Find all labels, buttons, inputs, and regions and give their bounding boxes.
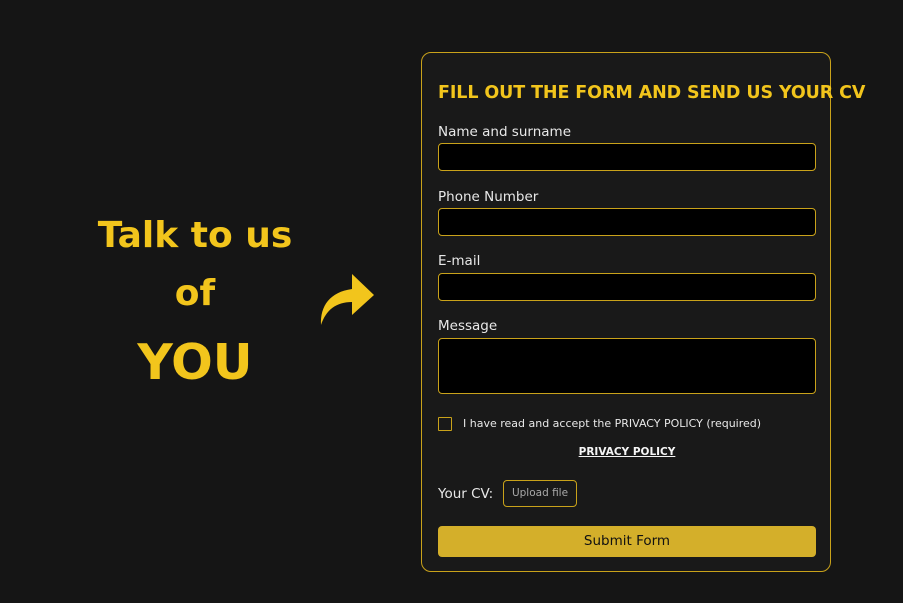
cv-form: FILL OUT THE FORM AND SEND US YOUR CV Na…	[421, 52, 865, 572]
tagline: Talk to us of YOU	[65, 205, 325, 405]
message-textarea[interactable]	[438, 338, 816, 394]
phone-input[interactable]	[438, 208, 816, 236]
cv-label: Your CV:	[438, 486, 494, 502]
privacy-checkbox-label: I have read and accept the PRIVACY POLIC…	[463, 417, 762, 430]
message-label: Message	[438, 318, 498, 334]
tagline-line-2: of	[174, 273, 216, 314]
phone-label: Phone Number	[438, 189, 539, 205]
email-label: E-mail	[438, 253, 481, 269]
tagline-line-3: YOU	[137, 334, 253, 391]
name-label: Name and surname	[438, 124, 571, 140]
page: Talk to us of YOU FILL OUT THE FORM AND …	[0, 0, 903, 603]
privacy-policy-link[interactable]: PRIVACY POLICY	[422, 446, 832, 458]
tagline-line-1: Talk to us	[97, 215, 293, 256]
submit-button[interactable]: Submit Form	[438, 526, 816, 557]
privacy-checkbox[interactable]	[438, 417, 452, 431]
share-arrow-icon	[320, 274, 374, 325]
upload-file-button[interactable]: Upload file	[503, 480, 577, 507]
name-input[interactable]	[438, 143, 816, 171]
form-title: FILL OUT THE FORM AND SEND US YOUR CV	[438, 83, 866, 103]
email-input[interactable]	[438, 273, 816, 301]
